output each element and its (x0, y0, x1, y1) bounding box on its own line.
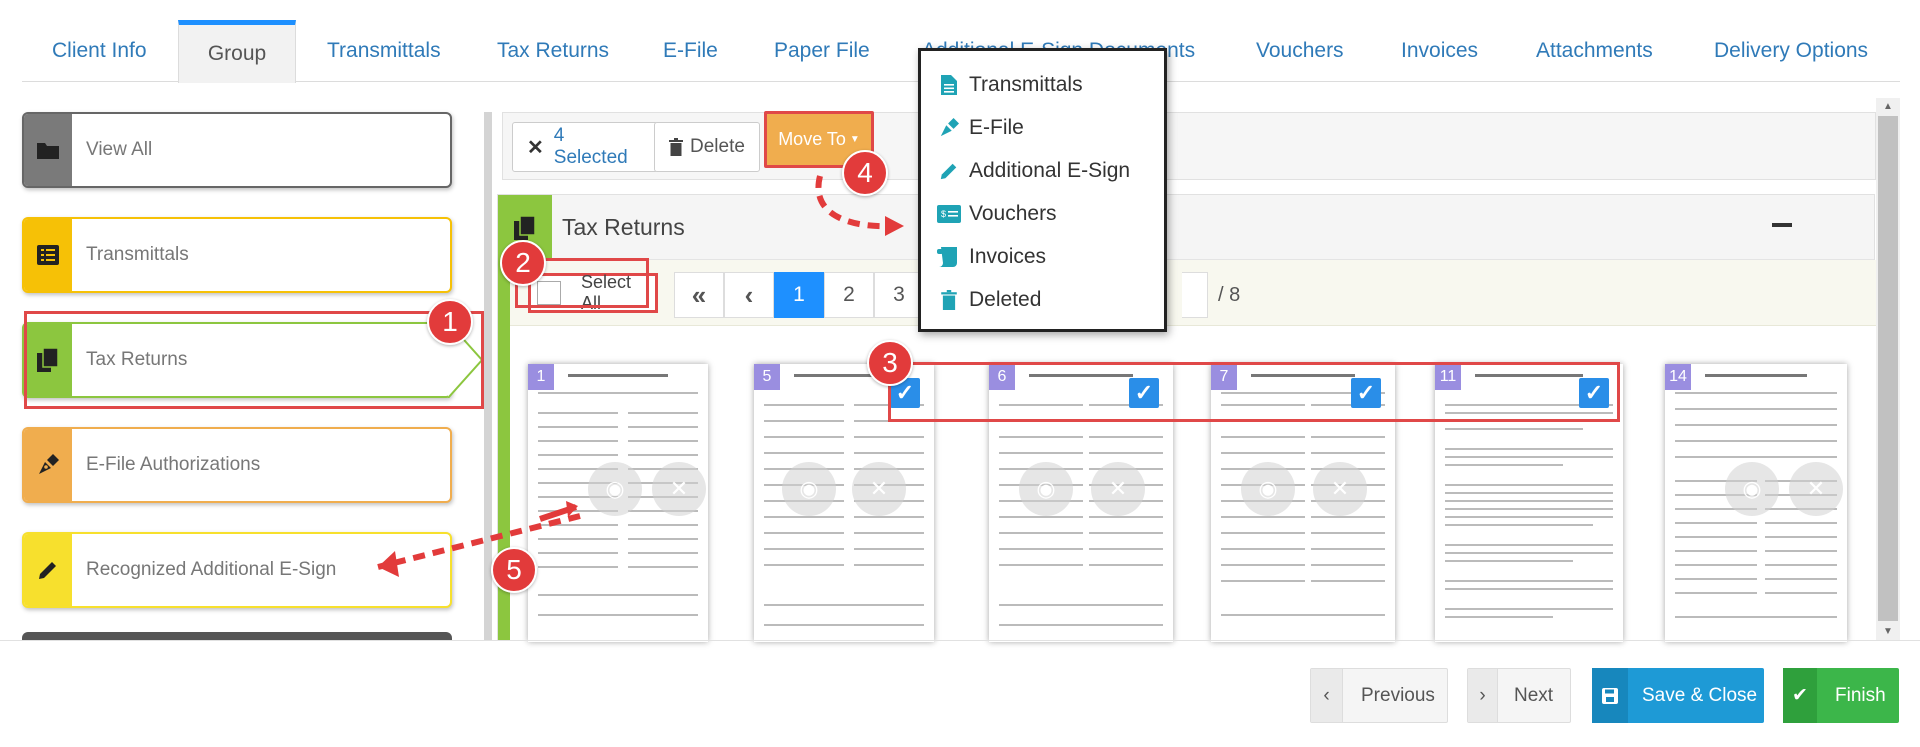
annotation-arrows (377, 175, 904, 577)
group-document-screen: Client Info Group Transmittals Tax Retur… (0, 0, 1920, 747)
step-badge-2: 2 (500, 240, 546, 286)
step-badge-1: 1 (427, 299, 473, 345)
step-badge-3: 3 (867, 340, 913, 386)
step-badge-4: 4 (842, 150, 888, 196)
step-badge-5: 5 (491, 547, 537, 593)
